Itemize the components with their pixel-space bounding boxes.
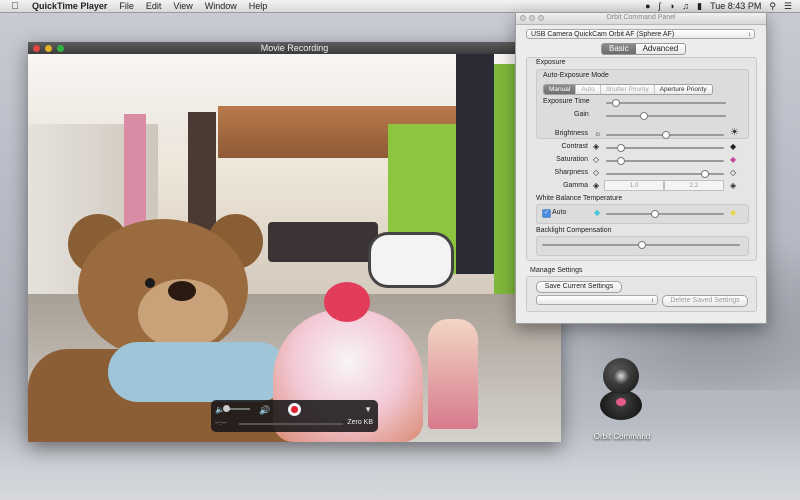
- panel-title: Orbit Command Panel: [606, 14, 676, 21]
- save-current-settings-button[interactable]: Save Current Settings: [536, 281, 622, 293]
- movie-window-titlebar[interactable]: Movie Recording: [28, 42, 561, 54]
- orbit-command-panel: Orbit Command Panel USB Camera QuickCam …: [515, 12, 767, 324]
- menu-app-name[interactable]: QuickTime Player: [32, 1, 107, 11]
- camera-select[interactable]: USB Camera QuickCam Orbit AF (Sphere AF)…: [526, 29, 755, 39]
- saturation-low-icon: ◇: [593, 155, 600, 164]
- teddy-bear-nose: [168, 281, 196, 301]
- scene-dark-column: [456, 54, 494, 274]
- tab-advanced[interactable]: Advanced: [635, 44, 686, 54]
- delete-saved-settings-button[interactable]: Delete Saved Settings: [662, 295, 748, 307]
- brightness-high-icon: ☀: [730, 127, 739, 138]
- exposure-time-knob[interactable]: [611, 99, 620, 107]
- gamma-high-icon: ◈: [730, 181, 737, 190]
- backlight-knob[interactable]: [638, 241, 646, 249]
- manage-settings-label: Manage Settings: [530, 267, 583, 274]
- spotlight-icon[interactable]: ⚲: [769, 1, 776, 12]
- saturation-high-icon: ◆: [730, 155, 737, 164]
- movie-recording-window: Movie Recording 🔈 🔊 ▼ --:-- Zero KB: [28, 42, 561, 442]
- saved-settings-select[interactable]: ↕: [536, 295, 658, 305]
- brightness-slider[interactable]: [606, 131, 724, 139]
- menu-window[interactable]: Window: [205, 1, 237, 11]
- saturation-label: Saturation: [556, 156, 588, 163]
- gain-label: Gain: [574, 111, 589, 118]
- brightness-knob[interactable]: [662, 131, 670, 139]
- exposure-time-label: Exposure Time: [543, 98, 590, 105]
- mode-manual[interactable]: Manual: [544, 85, 576, 94]
- sharpness-slider[interactable]: [606, 170, 724, 178]
- contrast-high-icon: ◆: [730, 142, 737, 151]
- exposure-section-label: Exposure: [536, 59, 566, 66]
- white-balance-section-label: White Balance Temperature: [536, 195, 623, 202]
- white-balance-knob[interactable]: [650, 210, 659, 218]
- recording-progress: [239, 423, 343, 425]
- angel-figurine: [428, 319, 478, 429]
- panel-tabs: Basic Advanced: [601, 43, 687, 55]
- warm-temperature-icon: ◆: [730, 208, 737, 217]
- auto-white-balance-label: Auto: [552, 209, 567, 216]
- backlight-section-label: Backlight Compensation: [536, 227, 612, 234]
- brightness-low-icon: ☼: [594, 129, 602, 138]
- record-button[interactable]: [288, 403, 301, 416]
- camera-status-icon[interactable]: ●: [645, 1, 650, 11]
- sharpness-low-icon: ◇: [593, 168, 600, 177]
- contrast-label: Contrast: [561, 143, 588, 150]
- webcam-icon: [600, 358, 642, 420]
- contrast-low-icon: ◈: [593, 142, 600, 151]
- orbit-command-desktop-icon[interactable]: Orbit Command: [594, 358, 650, 441]
- panel-titlebar[interactable]: Orbit Command Panel: [516, 13, 766, 25]
- white-balance-slider[interactable]: [606, 210, 724, 218]
- webcam-led: [616, 398, 626, 406]
- mode-auto[interactable]: Auto: [575, 85, 600, 94]
- battery-icon[interactable]: ▮: [697, 1, 702, 12]
- sharpness-high-icon: ◇: [730, 168, 737, 177]
- mode-aperture-priority[interactable]: Aperture Priority: [653, 85, 712, 94]
- gamma-label: Gamma: [563, 182, 588, 189]
- updown-arrow-icon: ↕: [748, 32, 751, 38]
- recording-time: --:--: [215, 420, 227, 427]
- apple-icon[interactable]: : [8, 1, 22, 12]
- movie-window-title: Movie Recording: [260, 43, 329, 53]
- options-menu-icon[interactable]: ▼: [364, 405, 372, 414]
- gamma-low-icon: ◈: [593, 181, 600, 190]
- volume-high-icon: 🔊: [259, 405, 271, 415]
- backlight-slider[interactable]: [542, 241, 740, 249]
- bluetooth-icon[interactable]: ∫: [659, 1, 661, 11]
- recording-size: Zero KB: [347, 419, 373, 426]
- contrast-slider[interactable]: [606, 144, 724, 152]
- teddy-bear-eye: [145, 278, 155, 288]
- wifi-icon[interactable]: ◑: [669, 1, 674, 11]
- cupcake-cherry: [324, 282, 370, 322]
- menu-file[interactable]: File: [119, 1, 134, 11]
- saturation-slider[interactable]: [606, 157, 724, 165]
- recording-controls: 🔈 🔊 ▼ --:-- Zero KB: [211, 400, 378, 432]
- teddy-bear-ribbon: [108, 342, 288, 402]
- cool-temperature-icon: ◆: [594, 208, 601, 217]
- scene-chair: [368, 232, 454, 288]
- clock[interactable]: Tue 8:43 PM: [710, 1, 761, 11]
- auto-exposure-mode-control: Manual Auto Shutter Priority Aperture Pr…: [543, 84, 713, 95]
- menu-view[interactable]: View: [173, 1, 192, 11]
- exposure-time-slider[interactable]: [606, 99, 726, 107]
- brightness-label: Brightness: [554, 130, 588, 137]
- menu-edit[interactable]: Edit: [146, 1, 162, 11]
- sharpness-label: Sharpness: [554, 169, 588, 176]
- camera-select-value: USB Camera QuickCam Orbit AF (Sphere AF): [531, 31, 675, 38]
- mode-shutter-priority[interactable]: Shutter Priority: [599, 85, 654, 94]
- scene-sofa: [268, 222, 378, 262]
- updown-arrow-icon: ↕: [651, 298, 654, 304]
- gamma-max-field[interactable]: 2.2: [664, 180, 724, 191]
- webcam-lens: [613, 368, 629, 384]
- desktop-icon-label: Orbit Command: [593, 432, 651, 441]
- notification-center-icon[interactable]: ☰: [784, 1, 792, 12]
- camera-preview: 🔈 🔊 ▼ --:-- Zero KB: [28, 54, 561, 442]
- tab-basic[interactable]: Basic: [602, 44, 636, 54]
- menu-help[interactable]: Help: [249, 1, 268, 11]
- volume-slider-knob[interactable]: [223, 405, 230, 412]
- auto-white-balance-checkbox[interactable]: ✓: [542, 209, 551, 218]
- auto-exposure-mode-label: Auto-Exposure Mode: [543, 72, 609, 79]
- gamma-min-field[interactable]: 1.0: [604, 180, 664, 191]
- gain-slider[interactable]: [606, 112, 726, 120]
- volume-icon[interactable]: ♫: [682, 1, 689, 11]
